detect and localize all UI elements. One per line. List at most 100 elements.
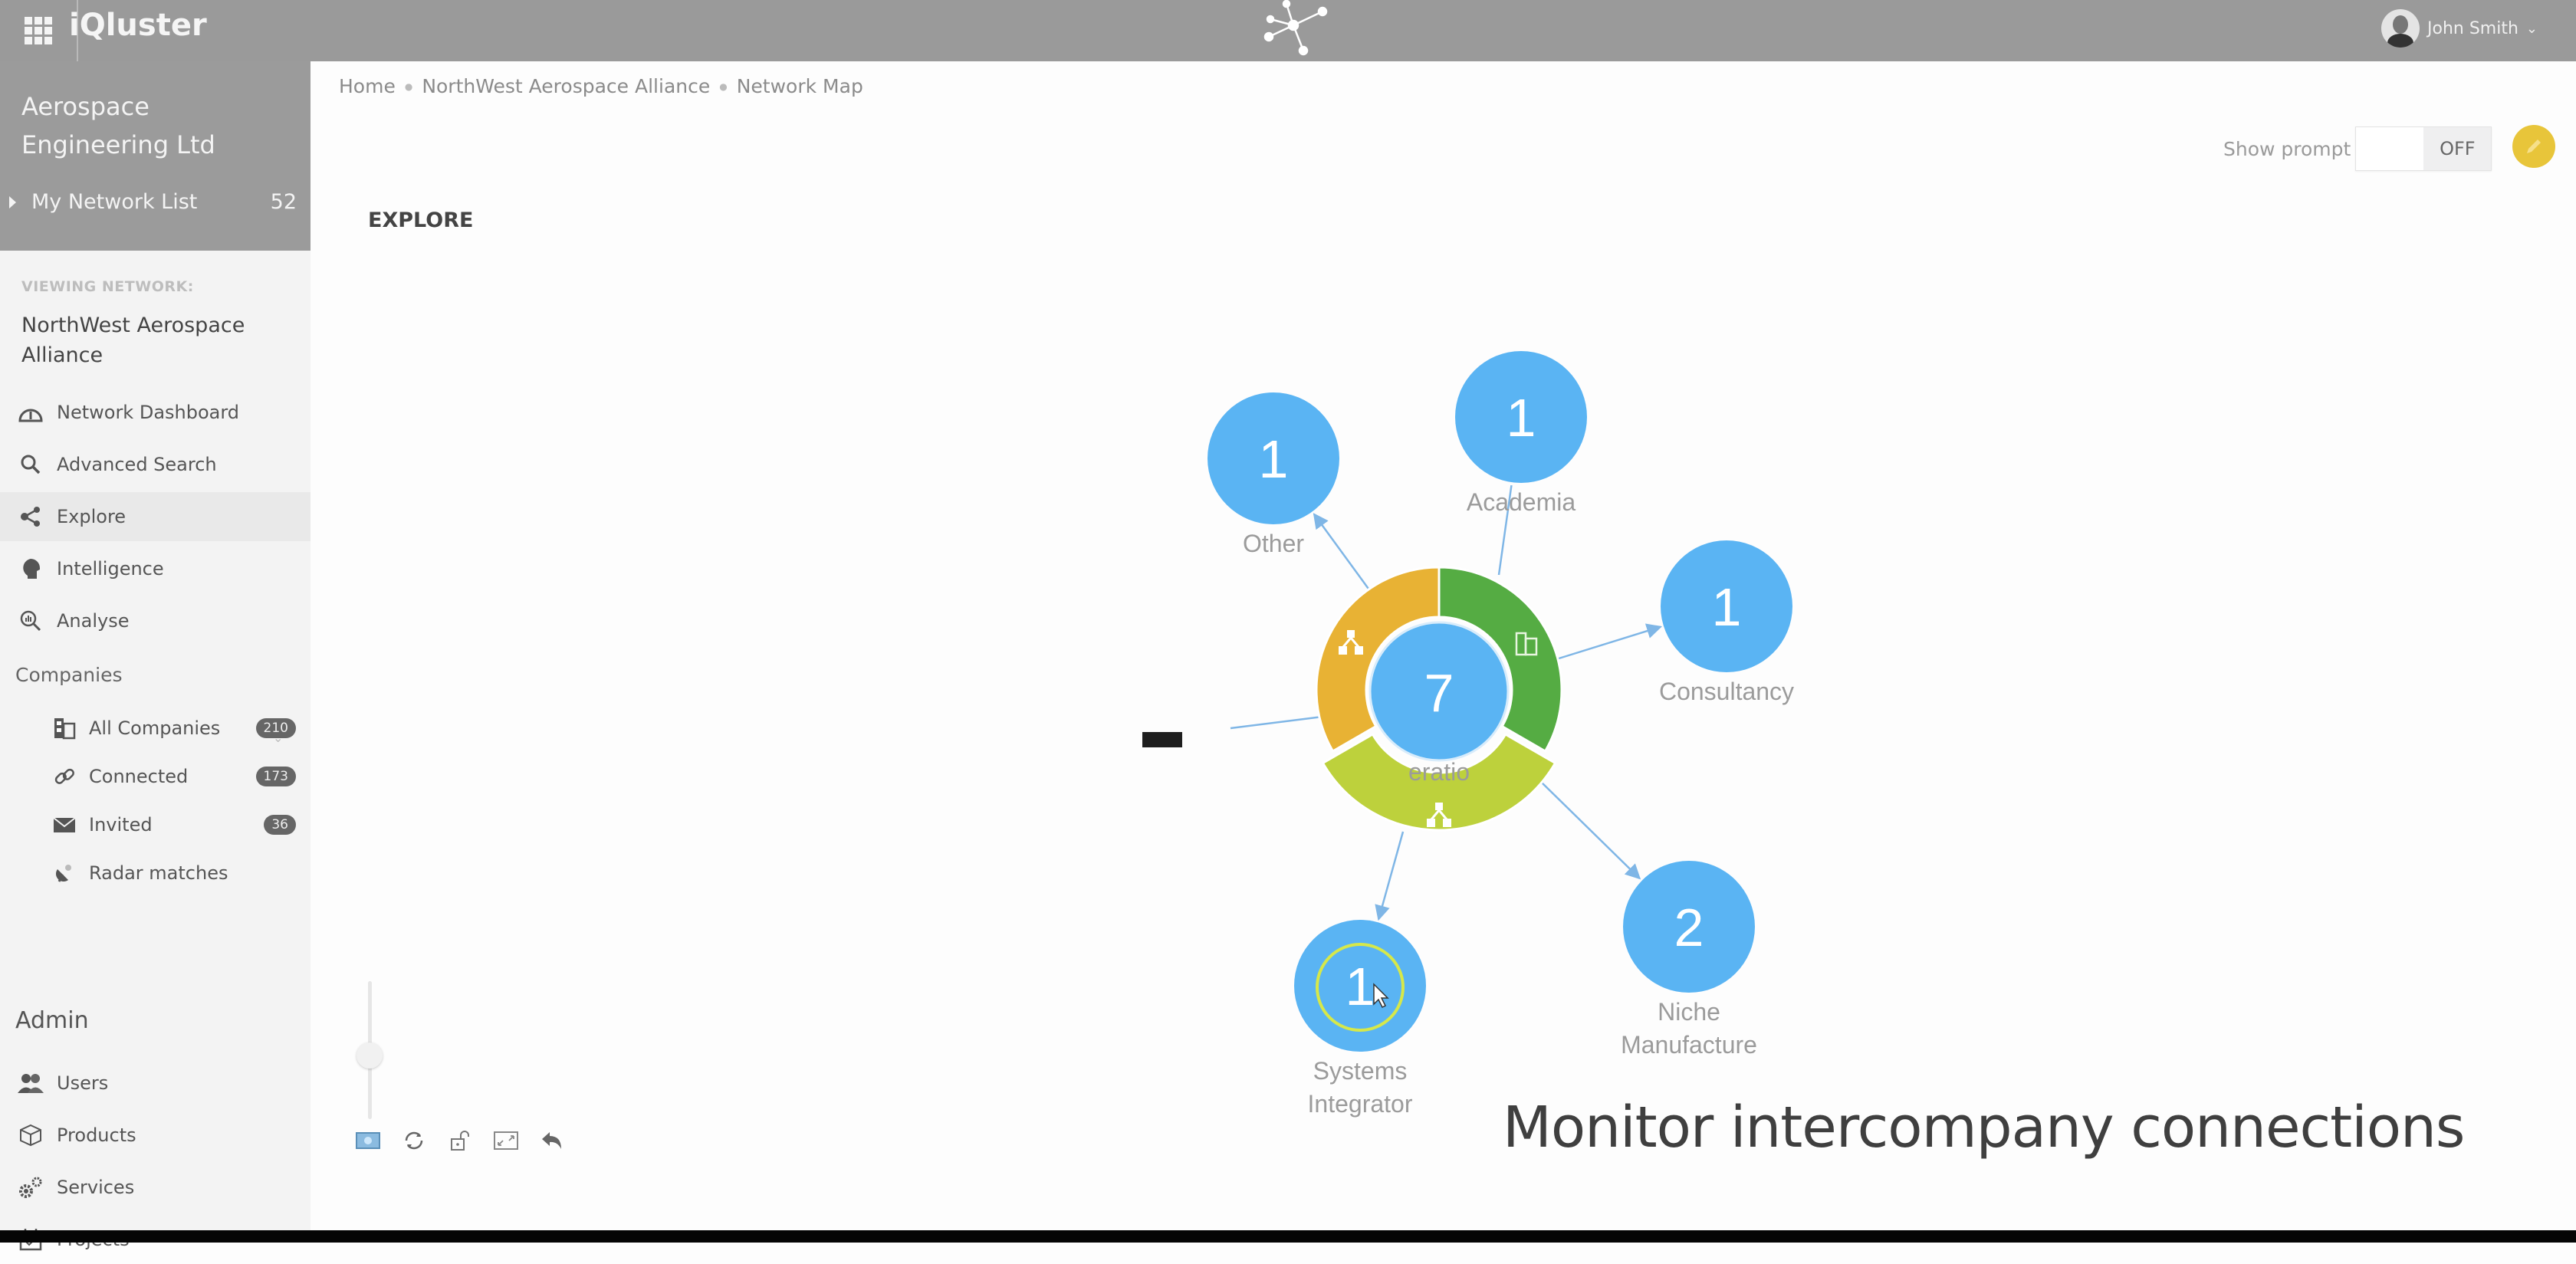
sidebar-item-radar-matches[interactable]: Radar matches <box>51 850 296 896</box>
edge-hidden-node <box>1230 715 1323 730</box>
show-prompt-control: Show prompt OFF <box>2223 126 2492 171</box>
analyse-icon <box>14 609 48 632</box>
edit-button[interactable] <box>2512 125 2555 168</box>
node-label: Integrator <box>1308 1090 1413 1118</box>
network-map: eratio 7 1 Other 1 Academia 1 Consultancy 2 Nich… <box>1208 351 1794 1118</box>
page-title: EXPLORE <box>368 208 474 232</box>
edge-consultancy <box>1556 623 1662 661</box>
zoom-slider-thumb[interactable] <box>356 1042 383 1069</box>
unlock-icon <box>451 1131 469 1151</box>
app-menu-button[interactable] <box>0 0 78 61</box>
dashboard-icon <box>14 402 48 422</box>
undo-icon <box>542 1132 561 1149</box>
sidebar-item-users[interactable]: Users <box>0 1059 310 1108</box>
node-count: 1 <box>1259 429 1289 489</box>
nav-label: Intelligence <box>57 558 164 579</box>
sidebar-item-connected[interactable]: Connected 173 <box>51 753 296 799</box>
nav-label: Advanced Search <box>57 454 217 475</box>
sub-item-label: All Companies <box>89 717 221 739</box>
breadcrumb-separator-icon: ● <box>404 80 413 92</box>
fit-screen-button[interactable] <box>494 1129 518 1152</box>
refresh-icon <box>405 1131 423 1150</box>
sidebar-item-services[interactable]: Services <box>0 1163 310 1212</box>
users-icon <box>14 1072 48 1094</box>
caption-text: Monitor intercompany connections <box>1503 1095 2465 1161</box>
unlock-button[interactable] <box>448 1129 472 1152</box>
sub-item-label: Invited <box>89 814 153 836</box>
viewing-network-label: VIEWING NETWORK: <box>21 278 194 295</box>
sidebar: Aerospace Engineering Ltd My Network Lis… <box>0 61 310 1251</box>
node-count: 1 <box>1506 388 1536 448</box>
map-toolbar <box>356 1129 564 1152</box>
sub-item-label: Connected <box>89 766 189 787</box>
user-name: John Smith <box>2427 18 2518 38</box>
top-bar: iQluster John Smith ⌄ <box>0 0 2576 61</box>
node-label: Niche <box>1658 998 1720 1026</box>
center-node-label: eratio <box>1408 758 1470 786</box>
nav-label: Services <box>57 1177 135 1198</box>
link-icon <box>51 765 78 788</box>
node-label: Academia <box>1467 488 1576 516</box>
undo-button[interactable] <box>540 1129 564 1152</box>
nav-label: Network Dashboard <box>57 402 240 423</box>
admin-section-header: Admin <box>15 1007 89 1034</box>
show-prompt-toggle[interactable]: OFF <box>2355 126 2492 171</box>
sidebar-item-products[interactable]: Products <box>0 1111 310 1160</box>
chevron-down-icon: ⌄ <box>2525 20 2538 37</box>
screenshot-button[interactable] <box>356 1129 380 1152</box>
nav-label: Users <box>57 1072 109 1094</box>
breadcrumb: Home ● NorthWest Aerospace Alliance ● Ne… <box>339 75 863 97</box>
search-icon <box>14 454 48 475</box>
nav-label: Products <box>57 1124 136 1146</box>
node-count: 1 <box>1346 957 1375 1016</box>
node-label: Other <box>1243 530 1304 557</box>
center-node-count: 7 <box>1424 663 1454 723</box>
node-label: Systems <box>1313 1057 1408 1085</box>
breadcrumb-current: Network Map <box>736 75 863 97</box>
sidebar-item-all-companies[interactable]: All Companies 210 <box>51 705 296 751</box>
toggle-state: OFF <box>2423 127 2492 170</box>
refresh-button[interactable] <box>402 1129 426 1152</box>
network-list-label: My Network List <box>31 190 198 214</box>
breadcrumb-separator-icon: ● <box>719 80 728 92</box>
count-badge: 36 <box>264 815 296 835</box>
sidebar-item-network-dashboard[interactable]: Network Dashboard <box>0 388 310 437</box>
company-name: Aerospace Engineering Ltd <box>21 92 215 159</box>
app-logo[interactable]: iQluster <box>69 8 207 43</box>
nav-label: Analyse <box>57 610 130 632</box>
video-bottom-bar <box>0 1230 2576 1243</box>
zoom-slider[interactable] <box>356 981 383 1119</box>
edge-niche-manufacture <box>1540 781 1641 880</box>
sidebar-item-explore[interactable]: Explore <box>0 492 310 541</box>
show-prompt-label: Show prompt <box>2223 137 2351 160</box>
node-label: Consultancy <box>1659 678 1794 705</box>
fit-screen-icon <box>494 1131 518 1150</box>
sidebar-item-advanced-search[interactable]: Advanced Search <box>0 440 310 489</box>
brain-icon <box>14 557 48 580</box>
gears-icon <box>14 1176 48 1199</box>
pencil-icon <box>2527 140 2541 153</box>
edge-other <box>1313 513 1374 595</box>
breadcrumb-home[interactable]: Home <box>339 75 396 97</box>
count-badge: 210 <box>255 718 296 738</box>
envelope-icon <box>51 816 78 834</box>
sidebar-item-invited[interactable]: Invited 36 <box>51 802 296 848</box>
user-menu[interactable]: John Smith ⌄ <box>2381 9 2538 48</box>
box-icon <box>14 1123 48 1147</box>
node-label: Manufacture <box>1621 1031 1757 1059</box>
network-name: NorthWest Aerospace Alliance <box>21 314 245 367</box>
sidebar-item-analyse[interactable]: Analyse <box>0 596 310 645</box>
sidebar-item-intelligence[interactable]: Intelligence <box>0 544 310 593</box>
breadcrumb-network[interactable]: NorthWest Aerospace Alliance <box>422 75 710 97</box>
company-panel: Aerospace Engineering Ltd My Network Lis… <box>0 61 310 251</box>
screenshot-icon <box>356 1132 380 1149</box>
my-network-list[interactable]: My Network List 52 <box>9 190 297 214</box>
sub-item-label: Radar matches <box>89 862 228 884</box>
caret-right-icon <box>9 195 16 208</box>
buildings-icon <box>51 717 78 740</box>
count-badge: 173 <box>255 767 296 786</box>
hidden-node-thumbnail[interactable] <box>1142 732 1182 747</box>
node-count: 2 <box>1674 898 1704 957</box>
companies-section-header[interactable]: Companies <box>15 664 123 686</box>
network-logo-icon <box>1263 0 1328 56</box>
